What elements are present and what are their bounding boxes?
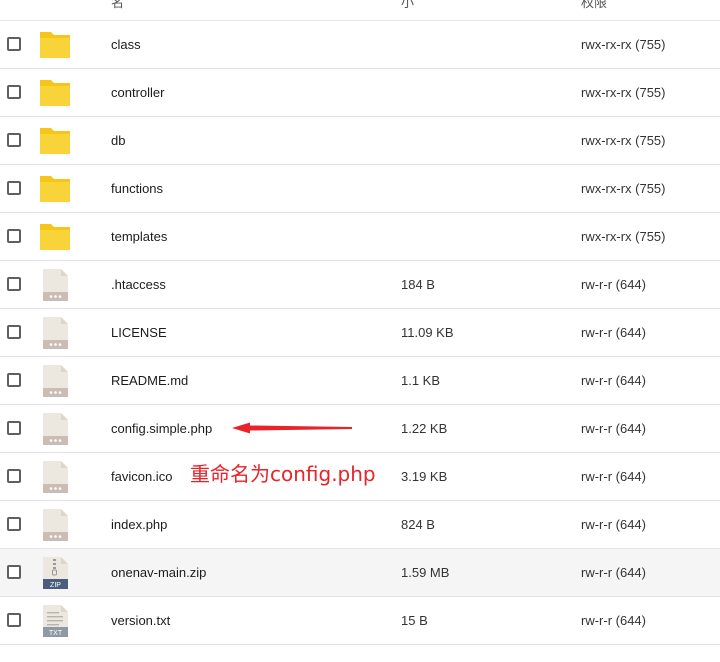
file-icon [43, 509, 68, 541]
header-permissions-label: 权限 [581, 0, 608, 10]
file-permissions[interactable]: rw-r-r (644) [581, 277, 646, 292]
header-size-label: 小 [401, 0, 415, 10]
table-row[interactable]: controller rwx-rx-rx (755) [0, 69, 720, 117]
file-permissions[interactable]: rwx-rx-rx (755) [581, 181, 666, 196]
file-icon [43, 461, 68, 493]
annotation-arrow [232, 422, 352, 434]
file-permissions[interactable]: rw-r-r (644) [581, 517, 646, 532]
row-checkbox[interactable] [7, 37, 21, 51]
file-icon [43, 269, 68, 301]
file-name[interactable]: controller [111, 85, 164, 100]
file-permissions[interactable]: rw-r-r (644) [581, 373, 646, 388]
file-permissions[interactable]: rwx-rx-rx (755) [581, 229, 666, 244]
zip-badge: ZIP [50, 582, 61, 589]
table-row[interactable]: README.md 1.1 KB rw-r-r (644) [0, 357, 720, 405]
txt-badge: TXT [49, 630, 63, 637]
table-row[interactable]: config.simple.php 1.22 KB rw-r-r (644) [0, 405, 720, 453]
file-name[interactable]: index.php [111, 517, 167, 532]
row-checkbox[interactable] [7, 133, 21, 147]
file-permissions[interactable]: rw-r-r (644) [581, 469, 646, 484]
folder-icon [40, 128, 70, 154]
file-size: 1.22 KB [401, 421, 448, 436]
zip-file-icon: ZIP [43, 557, 68, 589]
file-size: 15 B [401, 613, 428, 628]
file-name[interactable]: .htaccess [111, 277, 166, 292]
row-checkbox[interactable] [7, 229, 21, 243]
file-permissions[interactable]: rwx-rx-rx (755) [581, 37, 666, 52]
file-permissions[interactable]: rwx-rx-rx (755) [581, 133, 666, 148]
table-row[interactable]: functions rwx-rx-rx (755) [0, 165, 720, 213]
file-name[interactable]: LICENSE [111, 325, 167, 340]
row-checkbox[interactable] [7, 421, 21, 435]
folder-icon [40, 224, 70, 250]
file-permissions[interactable]: rw-r-r (644) [581, 325, 646, 340]
file-name[interactable]: onenav-main.zip [111, 565, 206, 580]
file-size: 1.59 MB [401, 565, 450, 580]
text-file-icon: TXT [43, 605, 68, 637]
file-permissions[interactable]: rw-r-r (644) [581, 421, 646, 436]
file-name[interactable]: README.md [111, 373, 188, 388]
file-size: 3.19 KB [401, 469, 448, 484]
folder-icon [40, 32, 70, 58]
file-permissions[interactable]: rw-r-r (644) [581, 565, 646, 580]
file-name[interactable]: functions [111, 181, 163, 196]
file-icon [43, 365, 68, 397]
row-checkbox[interactable] [7, 565, 21, 579]
table-row[interactable]: LICENSE 11.09 KB rw-r-r (644) [0, 309, 720, 357]
file-size: 184 B [401, 277, 435, 292]
row-checkbox[interactable] [7, 325, 21, 339]
table-row[interactable]: index.php 824 B rw-r-r (644) [0, 501, 720, 549]
table-header: 名 小 权限 [0, 0, 720, 21]
table-row[interactable]: db rwx-rx-rx (755) [0, 117, 720, 165]
file-icon [43, 317, 68, 349]
file-size: 11.09 KB [401, 325, 454, 340]
file-icon [43, 413, 68, 445]
file-size: 1.1 KB [401, 373, 441, 388]
table-row[interactable]: TXT version.txt 15 B rw-r-r (644) [0, 597, 720, 645]
file-size: 824 B [401, 517, 435, 532]
file-name[interactable]: templates [111, 229, 167, 244]
row-checkbox[interactable] [7, 85, 21, 99]
file-permissions[interactable]: rwx-rx-rx (755) [581, 85, 666, 100]
file-name[interactable]: db [111, 133, 125, 148]
row-checkbox[interactable] [7, 277, 21, 291]
table-row[interactable]: templates rwx-rx-rx (755) [0, 213, 720, 261]
annotation-text: 重命名为config.php [190, 462, 376, 486]
row-checkbox[interactable] [7, 613, 21, 627]
folder-icon [40, 80, 70, 106]
row-checkbox[interactable] [7, 469, 21, 483]
table-row[interactable]: .htaccess 184 B rw-r-r (644) [0, 261, 720, 309]
file-name[interactable]: version.txt [111, 613, 170, 628]
file-permissions[interactable]: rw-r-r (644) [581, 613, 646, 628]
table-row[interactable]: ZIP onenav-main.zip 1.59 MB rw-r-r (644) [0, 549, 720, 597]
row-checkbox[interactable] [7, 517, 21, 531]
table-row[interactable]: class rwx-rx-rx (755) [0, 21, 720, 69]
folder-icon [40, 176, 70, 202]
header-name-label: 名 [111, 0, 125, 10]
row-checkbox[interactable] [7, 181, 21, 195]
row-checkbox[interactable] [7, 373, 21, 387]
file-name[interactable]: favicon.ico [111, 469, 172, 484]
file-name[interactable]: class [111, 37, 141, 52]
file-name[interactable]: config.simple.php [111, 421, 212, 436]
